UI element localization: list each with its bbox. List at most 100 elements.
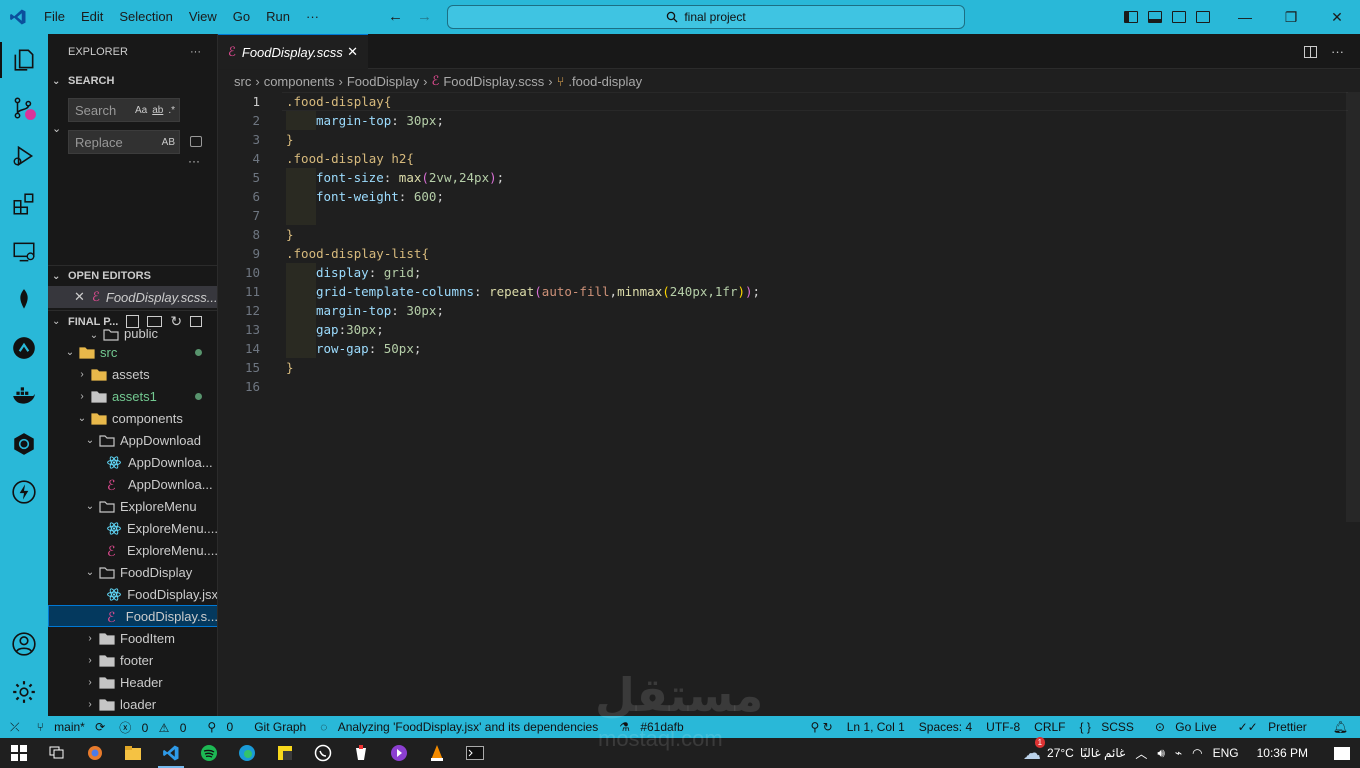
open-editors-header[interactable]: ⌄ OPEN EDITORS: [48, 265, 217, 286]
remote-indicator-icon[interactable]: ⤫: [0, 720, 30, 735]
git-graph-button[interactable]: Git Graph: [247, 720, 313, 734]
tree-item[interactable]: AppDownloa...: [48, 451, 217, 473]
tree-item[interactable]: ⌄ AppDownload: [48, 429, 217, 451]
remote-explorer-icon[interactable]: [0, 228, 48, 276]
tree-item[interactable]: ⌄ public: [48, 329, 217, 341]
terminal-icon[interactable]: [456, 738, 494, 768]
toggle-replace-chevron-icon[interactable]: ⌄: [52, 122, 61, 135]
breadcrumb-components[interactable]: components: [264, 74, 335, 89]
copilot-icon[interactable]: [76, 738, 114, 768]
settings-gear-icon[interactable]: [0, 668, 48, 716]
vscode-taskbar-icon[interactable]: [152, 738, 190, 768]
explorer-more-button[interactable]: ···: [190, 46, 201, 58]
podcast-app-icon[interactable]: [380, 738, 418, 768]
menu-run[interactable]: Run: [258, 0, 298, 34]
language-indicator[interactable]: ENG: [1213, 746, 1239, 760]
command-center[interactable]: final project: [447, 5, 965, 29]
wifi-icon[interactable]: ◠: [1192, 746, 1202, 760]
tree-item[interactable]: › assets1: [48, 385, 217, 407]
close-icon[interactable]: ✕: [74, 289, 88, 305]
tree-item[interactable]: › FoodItem: [48, 627, 217, 649]
replace-input[interactable]: Replace AB: [68, 130, 180, 154]
task-view-icon[interactable]: [38, 738, 76, 768]
tab-fooddisplay-scss[interactable]: ℰ FoodDisplay.scss ✕: [218, 34, 368, 69]
new-folder-icon[interactable]: [147, 316, 163, 327]
forward-arrow-icon[interactable]: →: [417, 0, 432, 34]
encoding-status[interactable]: UTF-8: [979, 720, 1027, 734]
replace-all-icon[interactable]: [190, 136, 202, 147]
code-editor[interactable]: 1 2 3 4 5 6 7 8 9 10 11 12 13 14 15 16 .food-display{ m…: [218, 92, 1360, 716]
tree-item[interactable]: ℰ ExploreMenu....: [48, 539, 217, 561]
weather-widget[interactable]: ☁ 1 27°C غائم غالبًا: [1023, 736, 1125, 764]
tree-item[interactable]: ⌄ components: [48, 407, 217, 429]
app-icon[interactable]: [342, 738, 380, 768]
cursor-position[interactable]: Ln 1, Col 1: [840, 720, 912, 734]
thunder-client-icon[interactable]: [0, 468, 48, 516]
tree-item[interactable]: ⌄ FoodDisplay: [48, 561, 217, 583]
split-editor-icon[interactable]: [1304, 46, 1317, 58]
spotify-icon[interactable]: [190, 738, 228, 768]
toggle-secondary-sidebar-icon[interactable]: [1172, 11, 1186, 23]
menu-edit[interactable]: Edit: [73, 0, 111, 34]
accounts-icon[interactable]: [0, 620, 48, 668]
sync-icon[interactable]: ⚲ ↻: [804, 720, 840, 734]
extensions-icon[interactable]: [0, 180, 48, 228]
tree-item[interactable]: › footer: [48, 649, 217, 671]
breadcrumb-symbol[interactable]: .food-display: [568, 74, 642, 89]
source-control-icon[interactable]: [0, 84, 48, 132]
sticky-notes-icon[interactable]: [266, 738, 304, 768]
branch-status[interactable]: ⑂ main* ⟳: [30, 720, 113, 734]
search-section-title[interactable]: ⌄ SEARCH: [48, 70, 217, 92]
new-file-icon[interactable]: [126, 315, 140, 328]
run-debug-icon[interactable]: [0, 132, 48, 180]
kubernetes-icon[interactable]: [0, 420, 48, 468]
tree-item[interactable]: ℰ FoodDisplay.s...: [48, 605, 217, 627]
toggle-sidebar-icon[interactable]: [1124, 11, 1138, 23]
breadcrumb-file[interactable]: FoodDisplay.scss: [443, 74, 544, 89]
notification-center-icon[interactable]: [1334, 746, 1350, 760]
problems-status[interactable]: ⓧ 0 ⚠ 0: [112, 719, 200, 736]
menu-selection[interactable]: Selection: [111, 0, 180, 34]
menu-file[interactable]: File: [36, 0, 73, 34]
toggle-panel-icon[interactable]: [1148, 11, 1162, 23]
mongodb-icon[interactable]: [0, 276, 48, 324]
regex-icon[interactable]: .*: [168, 105, 175, 116]
back-arrow-icon[interactable]: ←: [388, 0, 403, 34]
windows-start-icon[interactable]: [0, 738, 38, 768]
match-word-icon[interactable]: ab: [152, 105, 163, 116]
tree-item[interactable]: FoodDisplay.jsx: [48, 583, 217, 605]
file-explorer-icon[interactable]: [114, 738, 152, 768]
go-live-button[interactable]: ⊙ Go Live: [1148, 720, 1231, 734]
tree-item[interactable]: › assets: [48, 363, 217, 385]
refresh-icon[interactable]: ↻: [170, 313, 182, 330]
tree-item[interactable]: › loader: [48, 693, 217, 715]
search-input[interactable]: Search Aa ab .*: [68, 98, 180, 122]
whatsapp-icon[interactable]: [304, 738, 342, 768]
open-editor-item[interactable]: ✕ ℰ FoodDisplay.scss...: [48, 286, 217, 308]
language-status[interactable]: { } SCSS: [1073, 720, 1148, 734]
explorer-icon[interactable]: [0, 36, 48, 84]
vlc-icon[interactable]: [418, 738, 456, 768]
preserve-case-icon[interactable]: AB: [162, 137, 175, 148]
indentation-status[interactable]: Spaces: 4: [912, 720, 979, 734]
network-icon[interactable]: ⌁: [1175, 746, 1182, 760]
tree-item[interactable]: ⌄ ExploreMenu: [48, 495, 217, 517]
search-more-button[interactable]: ···: [188, 154, 200, 168]
minimize-button[interactable]: —: [1222, 0, 1268, 34]
docker-icon[interactable]: [0, 372, 48, 420]
notifications-bell-icon[interactable]: 🔔︎: [1321, 720, 1360, 734]
menu-view[interactable]: View: [181, 0, 225, 34]
tree-item[interactable]: › Header: [48, 671, 217, 693]
menu-more[interactable]: ···: [298, 0, 327, 34]
breadcrumb-src[interactable]: src: [234, 74, 251, 89]
ports-status[interactable]: ⚲ 0: [200, 720, 247, 734]
show-hidden-icons-icon[interactable]: ︿: [1135, 745, 1147, 762]
editor-more-button[interactable]: ···: [1331, 34, 1344, 69]
clock[interactable]: 10:36 PM: [1257, 746, 1308, 760]
match-case-icon[interactable]: Aa: [135, 105, 147, 116]
eol-status[interactable]: CRLF: [1027, 720, 1072, 734]
restore-button[interactable]: ❐: [1268, 0, 1314, 34]
customize-layout-icon[interactable]: [1196, 11, 1210, 23]
breadcrumb-fooddisplay[interactable]: FoodDisplay: [347, 74, 419, 89]
volume-icon[interactable]: 🔊︎: [1157, 746, 1165, 761]
